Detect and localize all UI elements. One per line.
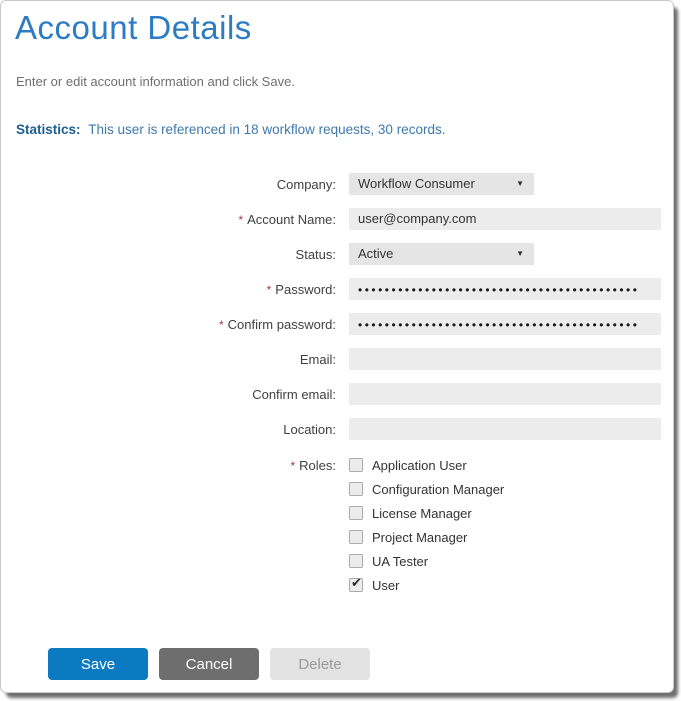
form-row-confirm-email: Confirm email: — [1, 383, 673, 405]
field-label-status: Status: — [296, 247, 336, 262]
statistics-label: Statistics: — [16, 122, 81, 137]
field-label-confirm-email: Confirm email: — [252, 387, 336, 402]
role-checkbox-application-user[interactable] — [349, 458, 363, 472]
field-label-password: Password: — [275, 282, 336, 297]
checkmark-icon: ✔ — [351, 575, 362, 591]
role-checkbox-user[interactable]: ✔ — [349, 578, 363, 592]
form-row-location: Location: — [1, 418, 673, 440]
role-label-configuration-manager: Configuration Manager — [372, 482, 504, 497]
page-subtitle: Enter or edit account information and cl… — [16, 74, 673, 89]
company-selected-value: Workflow Consumer — [358, 176, 475, 191]
delete-button[interactable]: Delete — [270, 648, 370, 680]
save-button[interactable]: Save — [48, 648, 148, 680]
field-label-company: Company: — [277, 177, 336, 192]
cancel-button[interactable]: Cancel — [159, 648, 259, 680]
dropdown-arrow-icon: ▼ — [516, 243, 524, 265]
form-row-confirm-password: * Confirm password: •••••••••••••••••••••… — [1, 313, 673, 335]
role-row-ua-tester: UA Tester — [349, 553, 504, 569]
role-checkbox-license-manager[interactable] — [349, 506, 363, 520]
password-input[interactable]: ••••••••••••••••••••••••••••••••••••••••… — [349, 278, 661, 300]
roles-checkbox-group: Application User Configuration Manager L… — [349, 457, 504, 601]
role-row-user: ✔ User — [349, 577, 504, 593]
field-label-location: Location: — [283, 422, 336, 437]
page-title: Account Details — [15, 9, 673, 47]
account-details-panel: Account Details Enter or edit account in… — [0, 0, 674, 693]
form-row-status: Status: Active ▼ — [1, 243, 673, 265]
form-row-roles: * Roles: Application User Configuration M… — [1, 457, 673, 601]
field-label-roles: Roles: — [299, 458, 336, 473]
role-label-application-user: Application User — [372, 458, 467, 473]
role-checkbox-ua-tester[interactable] — [349, 554, 363, 568]
confirm-email-input[interactable] — [349, 383, 661, 405]
required-marker: * — [238, 213, 243, 227]
form-row-email: Email: — [1, 348, 673, 370]
form-row-account-name: * Account Name: user@company.com — [1, 208, 673, 230]
required-marker: * — [290, 459, 295, 473]
required-marker: * — [219, 318, 224, 332]
location-input[interactable] — [349, 418, 661, 440]
required-marker: * — [267, 283, 272, 297]
account-form: Company: Workflow Consumer ▼ * Account Na… — [1, 173, 673, 680]
role-checkbox-configuration-manager[interactable] — [349, 482, 363, 496]
role-label-user: User — [372, 578, 399, 593]
field-label-confirm-password: Confirm password: — [228, 317, 336, 332]
status-select[interactable]: Active ▼ — [349, 243, 534, 265]
email-input[interactable] — [349, 348, 661, 370]
account-name-input[interactable]: user@company.com — [349, 208, 661, 230]
form-buttons: Save Cancel Delete — [48, 648, 673, 680]
company-select[interactable]: Workflow Consumer ▼ — [349, 173, 534, 195]
role-label-license-manager: License Manager — [372, 506, 472, 521]
form-row-password: *Password: •••••••••••••••••••••••••••••… — [1, 278, 673, 300]
role-row-license-manager: License Manager — [349, 505, 504, 521]
field-label-account-name: Account Name: — [247, 212, 336, 227]
statistics-text: This user is referenced in 18 workflow r… — [88, 122, 445, 137]
status-selected-value: Active — [358, 246, 393, 261]
form-row-company: Company: Workflow Consumer ▼ — [1, 173, 673, 195]
dropdown-arrow-icon: ▼ — [516, 173, 524, 195]
confirm-password-input[interactable]: ••••••••••••••••••••••••••••••••••••••••… — [349, 313, 661, 335]
field-label-email: Email: — [300, 352, 336, 367]
statistics-line: Statistics: This user is referenced in 1… — [16, 122, 673, 137]
role-checkbox-project-manager[interactable] — [349, 530, 363, 544]
role-row-project-manager: Project Manager — [349, 529, 504, 545]
role-row-configuration-manager: Configuration Manager — [349, 481, 504, 497]
role-label-ua-tester: UA Tester — [372, 554, 428, 569]
role-row-application-user: Application User — [349, 457, 504, 473]
role-label-project-manager: Project Manager — [372, 530, 467, 545]
